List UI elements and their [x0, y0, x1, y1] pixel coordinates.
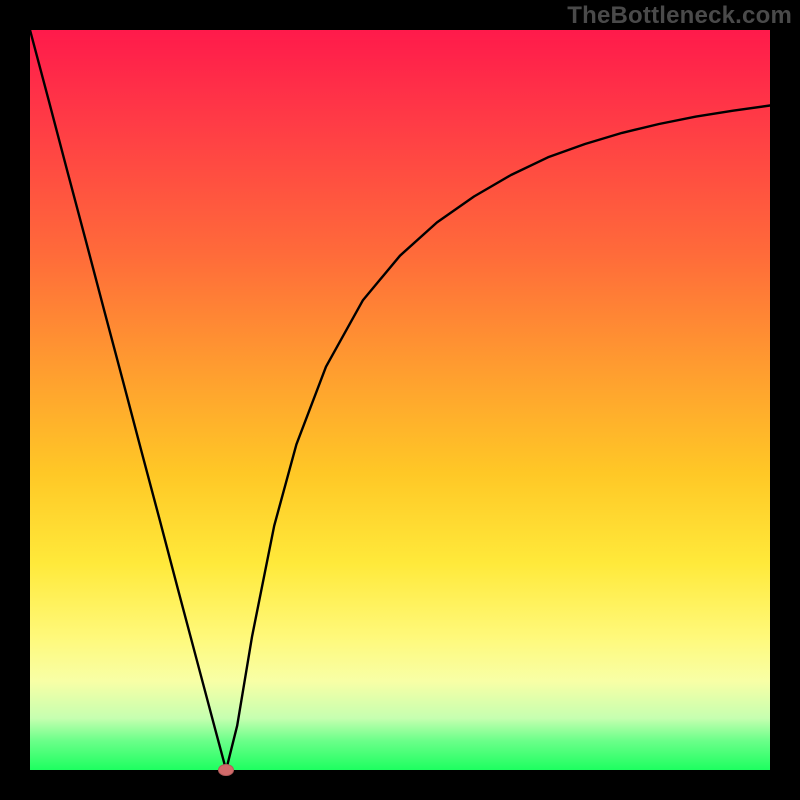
minimum-marker	[218, 764, 234, 776]
chart-frame: TheBottleneck.com line	[0, 0, 800, 800]
plot-area	[30, 30, 770, 770]
watermark-text: TheBottleneck.com	[567, 2, 792, 30]
bottleneck-curve	[30, 30, 770, 770]
